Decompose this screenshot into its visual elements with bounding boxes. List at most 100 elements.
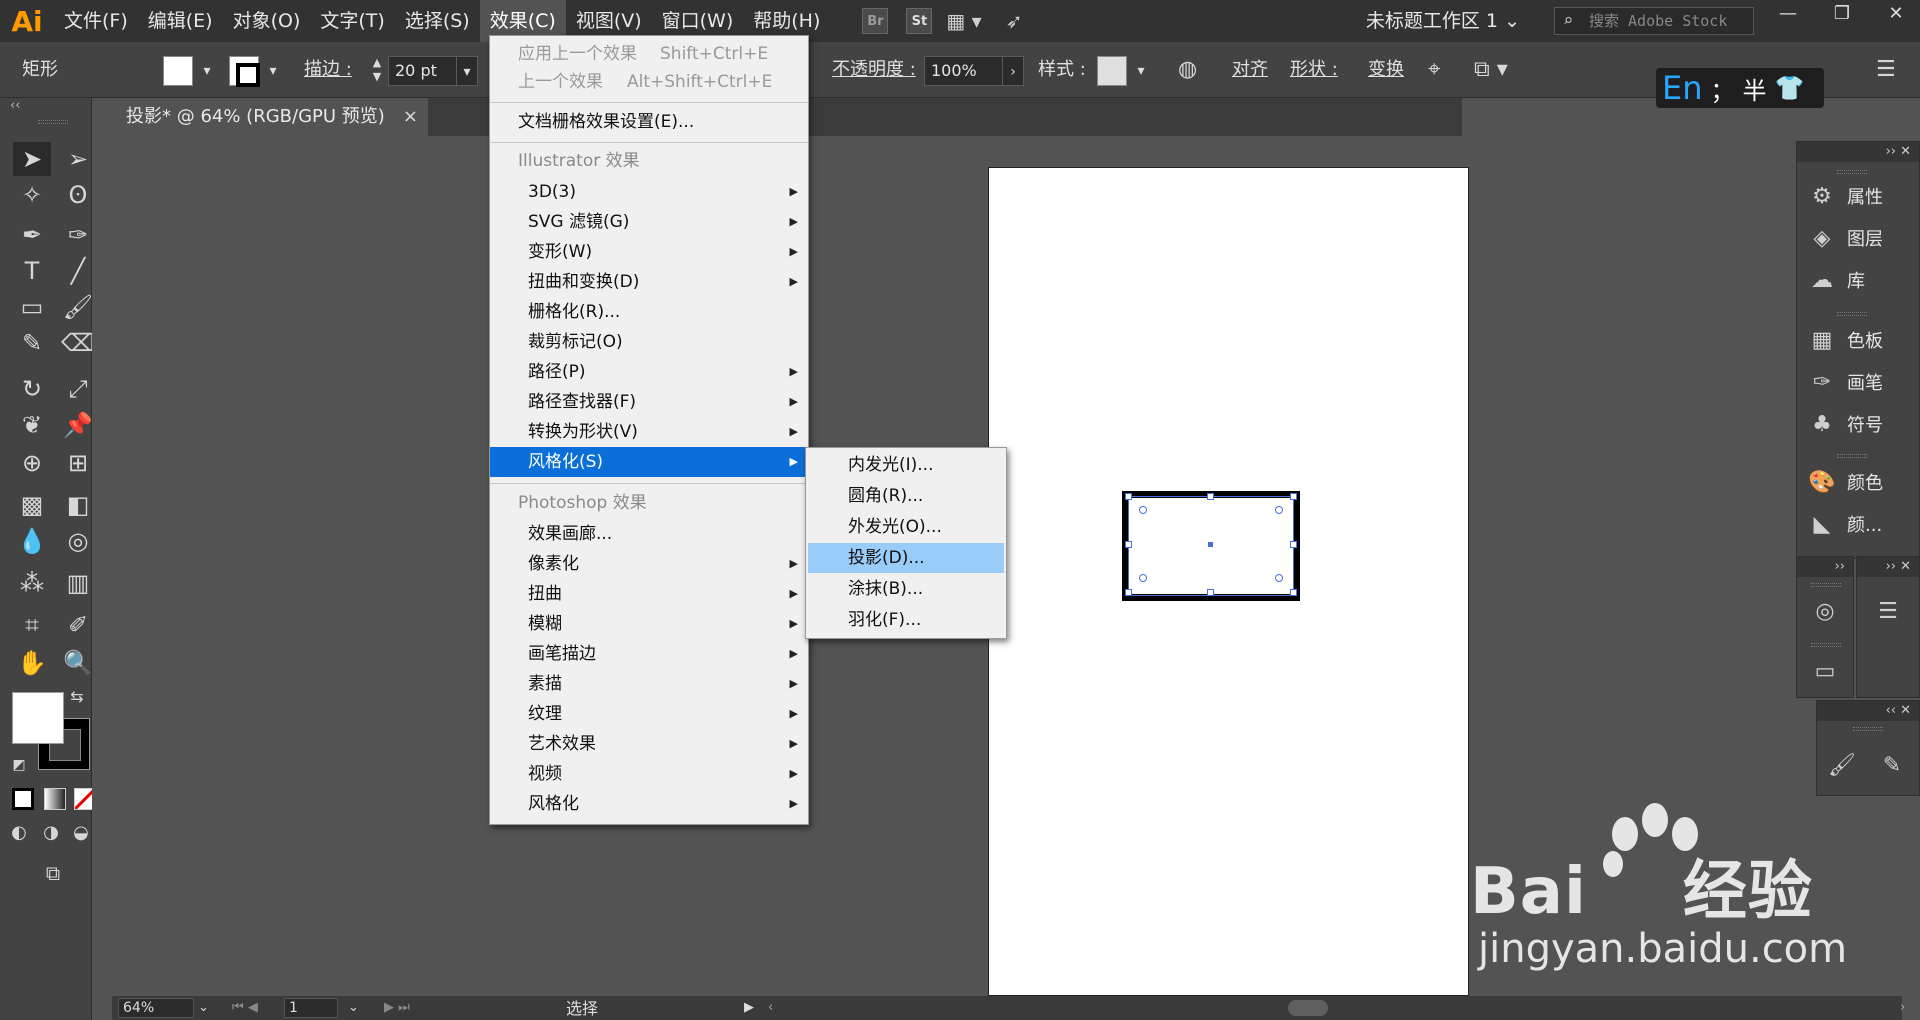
panel-grip[interactable] (1837, 170, 1867, 174)
fill-dropdown[interactable]: ▾ (196, 56, 218, 86)
submenu-inner-glow[interactable]: 内发光(I)... (808, 450, 1004, 480)
align-link[interactable]: 对齐 (1232, 42, 1268, 98)
menu-stylize[interactable]: 风格化(S) ▶ (490, 447, 808, 477)
menu-object[interactable]: 对象(O) (223, 0, 311, 42)
default-colors-icon[interactable]: ◩ (8, 754, 30, 776)
gradient-icon-button[interactable]: ▭ (1797, 651, 1853, 691)
swap-colors-icon[interactable]: ⇆ (66, 686, 88, 708)
menu-effect-gallery[interactable]: 效果画廊... (490, 519, 808, 549)
artboard-dropdown[interactable]: ⌄ (348, 996, 359, 1020)
corner-radius-widget[interactable] (1139, 506, 1147, 514)
menu-blur[interactable]: 模糊 ▶ (490, 609, 808, 639)
paintbrush-icon[interactable]: 🖌 (1817, 753, 1867, 778)
arrange-icon[interactable]: ⧉ ▾ (1474, 42, 1508, 98)
corner-radius-widget[interactable] (1275, 506, 1283, 514)
menu-texture[interactable]: 纹理 ▶ (490, 699, 808, 729)
strip-header[interactable]: ›› (1797, 557, 1853, 577)
menu-pixelate[interactable]: 像素化 ▶ (490, 549, 808, 579)
bridge-button[interactable]: Br (862, 8, 889, 34)
document-tab[interactable]: 投影* @ 64% (RGB/GPU 预览) × (112, 98, 428, 136)
warp-tool-icon[interactable]: ❦ (13, 408, 51, 442)
submenu-feather[interactable]: 羽化(F)... (808, 605, 1004, 635)
panel-properties[interactable]: ⚙ 属性 (1797, 176, 1919, 216)
submenu-outer-glow[interactable]: 外发光(O)... (808, 512, 1004, 542)
menu-distort[interactable]: 扭曲 ▶ (490, 579, 808, 609)
restore-button[interactable]: ❐ (1822, 0, 1862, 30)
selection-tool-icon[interactable]: ➤ (13, 142, 51, 176)
menu-video[interactable]: 视频 ▶ (490, 759, 808, 789)
recolor-icon[interactable]: ◍ (1178, 42, 1197, 98)
first-artboard-icon[interactable]: ⏮ ◀ (232, 996, 258, 1020)
close-tab-icon[interactable]: × (403, 98, 418, 136)
panel-grip[interactable] (38, 120, 68, 124)
resize-handle[interactable] (1290, 493, 1297, 500)
resize-handle[interactable] (1125, 493, 1132, 500)
fill-swatch[interactable] (163, 56, 193, 86)
draw-inside-icon[interactable]: ◒ (68, 820, 94, 846)
draw-normal-icon[interactable]: ◐ (6, 820, 32, 846)
stroke-swatch[interactable] (229, 56, 260, 87)
fill-color-box[interactable] (12, 692, 64, 744)
stroke-weight-dropdown[interactable]: ▾ (456, 56, 478, 86)
menu-stylize-photoshop[interactable]: 风格化 ▶ (490, 789, 808, 819)
submenu-round-corners[interactable]: 圆角(R)... (808, 481, 1004, 511)
horizontal-scroll-thumb[interactable] (1288, 1000, 1328, 1016)
rectangle-tool-icon[interactable]: ▭ (13, 290, 51, 324)
panel-brushes[interactable]: ✑ 画笔 (1797, 362, 1919, 402)
menu-type[interactable]: 文字(T) (310, 0, 394, 42)
style-swatch[interactable] (1097, 56, 1127, 86)
opacity-label[interactable]: 不透明度 : (832, 42, 916, 98)
panel-grip[interactable] (1853, 727, 1883, 731)
menu-rasterize[interactable]: 栅格化(R)... (490, 297, 808, 327)
close-button[interactable]: ✕ (1876, 0, 1916, 30)
screen-mode-icon[interactable]: ⧉ (34, 856, 72, 890)
transform-link[interactable]: 变换 (1368, 42, 1404, 98)
panel-libraries[interactable]: ☁ 库 (1797, 260, 1919, 300)
panel-grip[interactable] (1837, 454, 1867, 458)
shape-builder-tool-icon[interactable]: ⊕ (13, 446, 51, 480)
draw-behind-icon[interactable]: ◑ (38, 820, 64, 846)
menu-3d[interactable]: 3D(3) ▶ (490, 177, 808, 207)
menu-artistic[interactable]: 艺术效果 ▶ (490, 729, 808, 759)
menu-crop-marks[interactable]: 裁剪标记(O) (490, 327, 808, 357)
magic-wand-tool-icon[interactable]: ✧ (13, 178, 51, 212)
opacity-arrow[interactable]: › (1002, 56, 1024, 86)
gpu-performance-icon[interactable]: ➶ (1006, 9, 1023, 33)
color-mode-icon[interactable] (12, 788, 34, 810)
artboard-number-input[interactable]: 1 (284, 998, 338, 1018)
eyedropper-tool-icon[interactable]: 💧 (13, 524, 51, 558)
resize-handle[interactable] (1290, 589, 1297, 596)
menu-edit[interactable]: 编辑(E) (138, 0, 223, 42)
panel-color-guide[interactable]: ◣ 颜... (1797, 504, 1919, 544)
stock-search-input[interactable]: ⌕ 搜索 Adobe Stock (1554, 7, 1754, 35)
strip-header[interactable]: ›› ✕ (1857, 557, 1919, 577)
strip-header[interactable]: ‹‹ ✕ (1817, 701, 1919, 721)
menu-pathfinder[interactable]: 路径查找器(F) ▶ (490, 387, 808, 417)
pen-tool-icon[interactable]: ✒ (13, 218, 51, 252)
scroll-right-icon[interactable]: › (1900, 996, 1905, 1020)
artboard-tool-icon[interactable]: ⌗ (13, 608, 51, 642)
panel-menu-icon[interactable]: ☰ (1876, 42, 1896, 98)
gradient-mode-icon[interactable] (44, 788, 66, 810)
resize-handle[interactable] (1290, 541, 1297, 548)
menu-svg-filters[interactable]: SVG 滤镜(G) ▶ (490, 207, 808, 237)
panel-symbols[interactable]: ♣ 符号 (1797, 404, 1919, 444)
panel-layers[interactable]: ◈ 图层 (1797, 218, 1919, 258)
shape-link[interactable]: 形状 : (1290, 42, 1338, 98)
menu-convert-to-shape[interactable]: 转换为形状(V) ▶ (490, 417, 808, 447)
opacity-input[interactable]: 100% (924, 56, 1004, 86)
hand-tool-icon[interactable]: ✋ (13, 646, 51, 680)
minimize-button[interactable]: — (1768, 0, 1808, 30)
menu-brush-strokes[interactable]: 画笔描边 ▶ (490, 639, 808, 669)
type-tool-icon[interactable]: T (13, 254, 51, 288)
resize-handle[interactable] (1207, 493, 1214, 500)
stroke-label[interactable]: 描边 : (304, 42, 352, 98)
submenu-drop-shadow[interactable]: 投影(D)... (808, 543, 1004, 573)
appearance-icon-button[interactable]: ◎ (1797, 591, 1853, 631)
menu-warp[interactable]: 变形(W) ▶ (490, 237, 808, 267)
zoom-input[interactable]: 64% (118, 998, 194, 1018)
isolate-icon[interactable]: ⌖ (1428, 42, 1440, 98)
menu-document-raster-settings[interactable]: 文档栅格效果设置(E)... (490, 107, 808, 137)
menu-select[interactable]: 选择(S) (395, 0, 480, 42)
stroke-dropdown[interactable]: ▾ (262, 56, 284, 86)
